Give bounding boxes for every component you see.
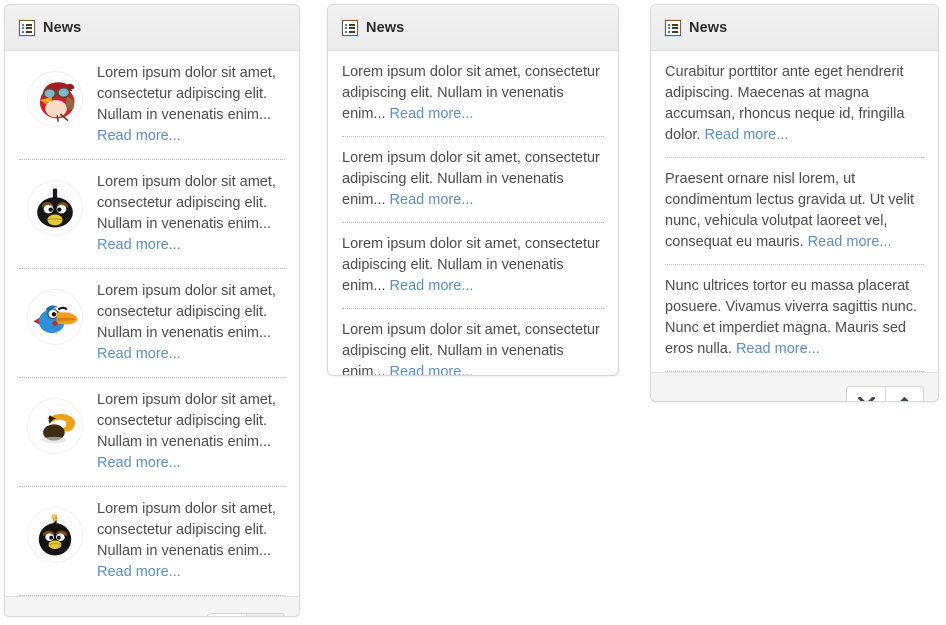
list-item[interactable]: Praesent ornare nisl lorem, ut condiment… (665, 158, 924, 265)
list-item-text: Lorem ipsum dolor sit amet, consectetur … (97, 501, 276, 580)
list-item-text: Lorem ipsum dolor sit amet, consectetur … (342, 236, 600, 294)
read-more-link[interactable]: Read more... (97, 237, 181, 253)
read-more-link[interactable]: Read more... (97, 455, 181, 471)
black-fuse-bird-avatar (27, 507, 83, 563)
list-item-text: Praesent ornare nisl lorem, ut condiment… (665, 171, 915, 250)
list-item[interactable]: Lorem ipsum dolor sit amet, consectetur … (19, 487, 285, 596)
panel-footer (5, 596, 299, 616)
news-list: Curabitur porttitor ante eget hendrerit … (651, 51, 938, 372)
panel-header: News (5, 5, 299, 51)
scroll-down-button[interactable] (847, 386, 885, 401)
list-item[interactable]: Lorem ipsum dolor sit amet, consectetur … (342, 137, 604, 223)
list-item[interactable]: Lorem ipsum dolor sit amet, consectetur … (19, 378, 285, 487)
list-item-text: Lorem ipsum dolor sit amet, consectetur … (97, 392, 276, 471)
panel-title: News (366, 19, 405, 36)
read-more-link[interactable]: Read more... (390, 278, 474, 294)
black-bomb-bird-avatar (27, 180, 83, 236)
chevron-down-icon (857, 397, 875, 401)
panel-news-plain: News Lorem ipsum dolor sit amet, consect… (327, 4, 619, 376)
news-list-icon (342, 19, 358, 36)
read-more-link[interactable]: Read more... (705, 127, 789, 143)
news-list-icon (665, 19, 681, 36)
read-more-link[interactable]: Read more... (97, 128, 181, 144)
scroll-button-group (207, 612, 285, 616)
list-item[interactable]: Lorem ipsum dolor sit amet, consectetur … (342, 51, 604, 137)
list-item[interactable]: Lorem ipsum dolor sit amet, consectetur … (19, 51, 285, 160)
read-more-link[interactable]: Read more... (736, 341, 820, 357)
panel-title: News (689, 19, 728, 36)
list-item-text: Lorem ipsum dolor sit amet, consectetur … (97, 283, 276, 362)
news-list: Lorem ipsum dolor sit amet, consectetur … (328, 51, 618, 375)
list-item-text: Lorem ipsum dolor sit amet, consectetur … (342, 64, 600, 122)
panel-header: News (328, 5, 618, 51)
list-item[interactable]: Lorem ipsum dolor sit amet, consectetur … (19, 269, 285, 378)
list-item-text: Nunc ultrices tortor eu massa placerat p… (665, 278, 917, 357)
panel-header: News (651, 5, 938, 51)
blue-toucan-bird-avatar (27, 289, 83, 345)
news-list-icon (19, 19, 35, 36)
chevron-up-icon (900, 397, 909, 401)
list-item-text: Curabitur porttitor ante eget hendrerit … (665, 64, 905, 143)
scroll-up-button[interactable] (246, 613, 284, 616)
red-bird-goggles-avatar (27, 71, 83, 127)
scroll-up-button[interactable] (885, 386, 923, 401)
page-root: News Lorem ipsum dolor sit amet, consect… (0, 0, 946, 625)
list-item[interactable]: Curabitur porttitor ante eget hendrerit … (665, 51, 924, 158)
list-item[interactable]: Lorem ipsum dolor sit amet, consectetur … (342, 309, 604, 375)
read-more-link[interactable]: Read more... (808, 234, 892, 250)
panel-news-with-avatars: News Lorem ipsum dolor sit amet, consect… (4, 4, 300, 617)
read-more-link[interactable]: Read more... (97, 346, 181, 362)
read-more-link[interactable]: Read more... (390, 364, 474, 375)
read-more-link[interactable]: Read more... (97, 564, 181, 580)
scroll-button-group (846, 385, 924, 401)
panel-title: News (43, 19, 82, 36)
list-item[interactable]: Lorem ipsum dolor sit amet, consectetur … (342, 223, 604, 309)
brown-big-beak-bird-avatar (27, 398, 83, 454)
list-item-text: Lorem ipsum dolor sit amet, consectetur … (342, 320, 604, 375)
list-item[interactable]: Nunc ultrices tortor eu massa placerat p… (665, 265, 924, 372)
panel-footer (651, 372, 938, 401)
read-more-link[interactable]: Read more... (390, 106, 474, 122)
read-more-link[interactable]: Read more... (390, 192, 474, 208)
news-list: Lorem ipsum dolor sit amet, consectetur … (5, 51, 299, 596)
panel-news-unique: News Curabitur porttitor ante eget hendr… (650, 4, 939, 402)
list-item-text: Lorem ipsum dolor sit amet, consectetur … (342, 150, 600, 208)
list-item[interactable]: Lorem ipsum dolor sit amet, consectetur … (19, 160, 285, 269)
list-item-text: Lorem ipsum dolor sit amet, consectetur … (97, 65, 276, 144)
list-item-text: Lorem ipsum dolor sit amet, consectetur … (97, 174, 276, 253)
scroll-down-button[interactable] (208, 613, 246, 616)
